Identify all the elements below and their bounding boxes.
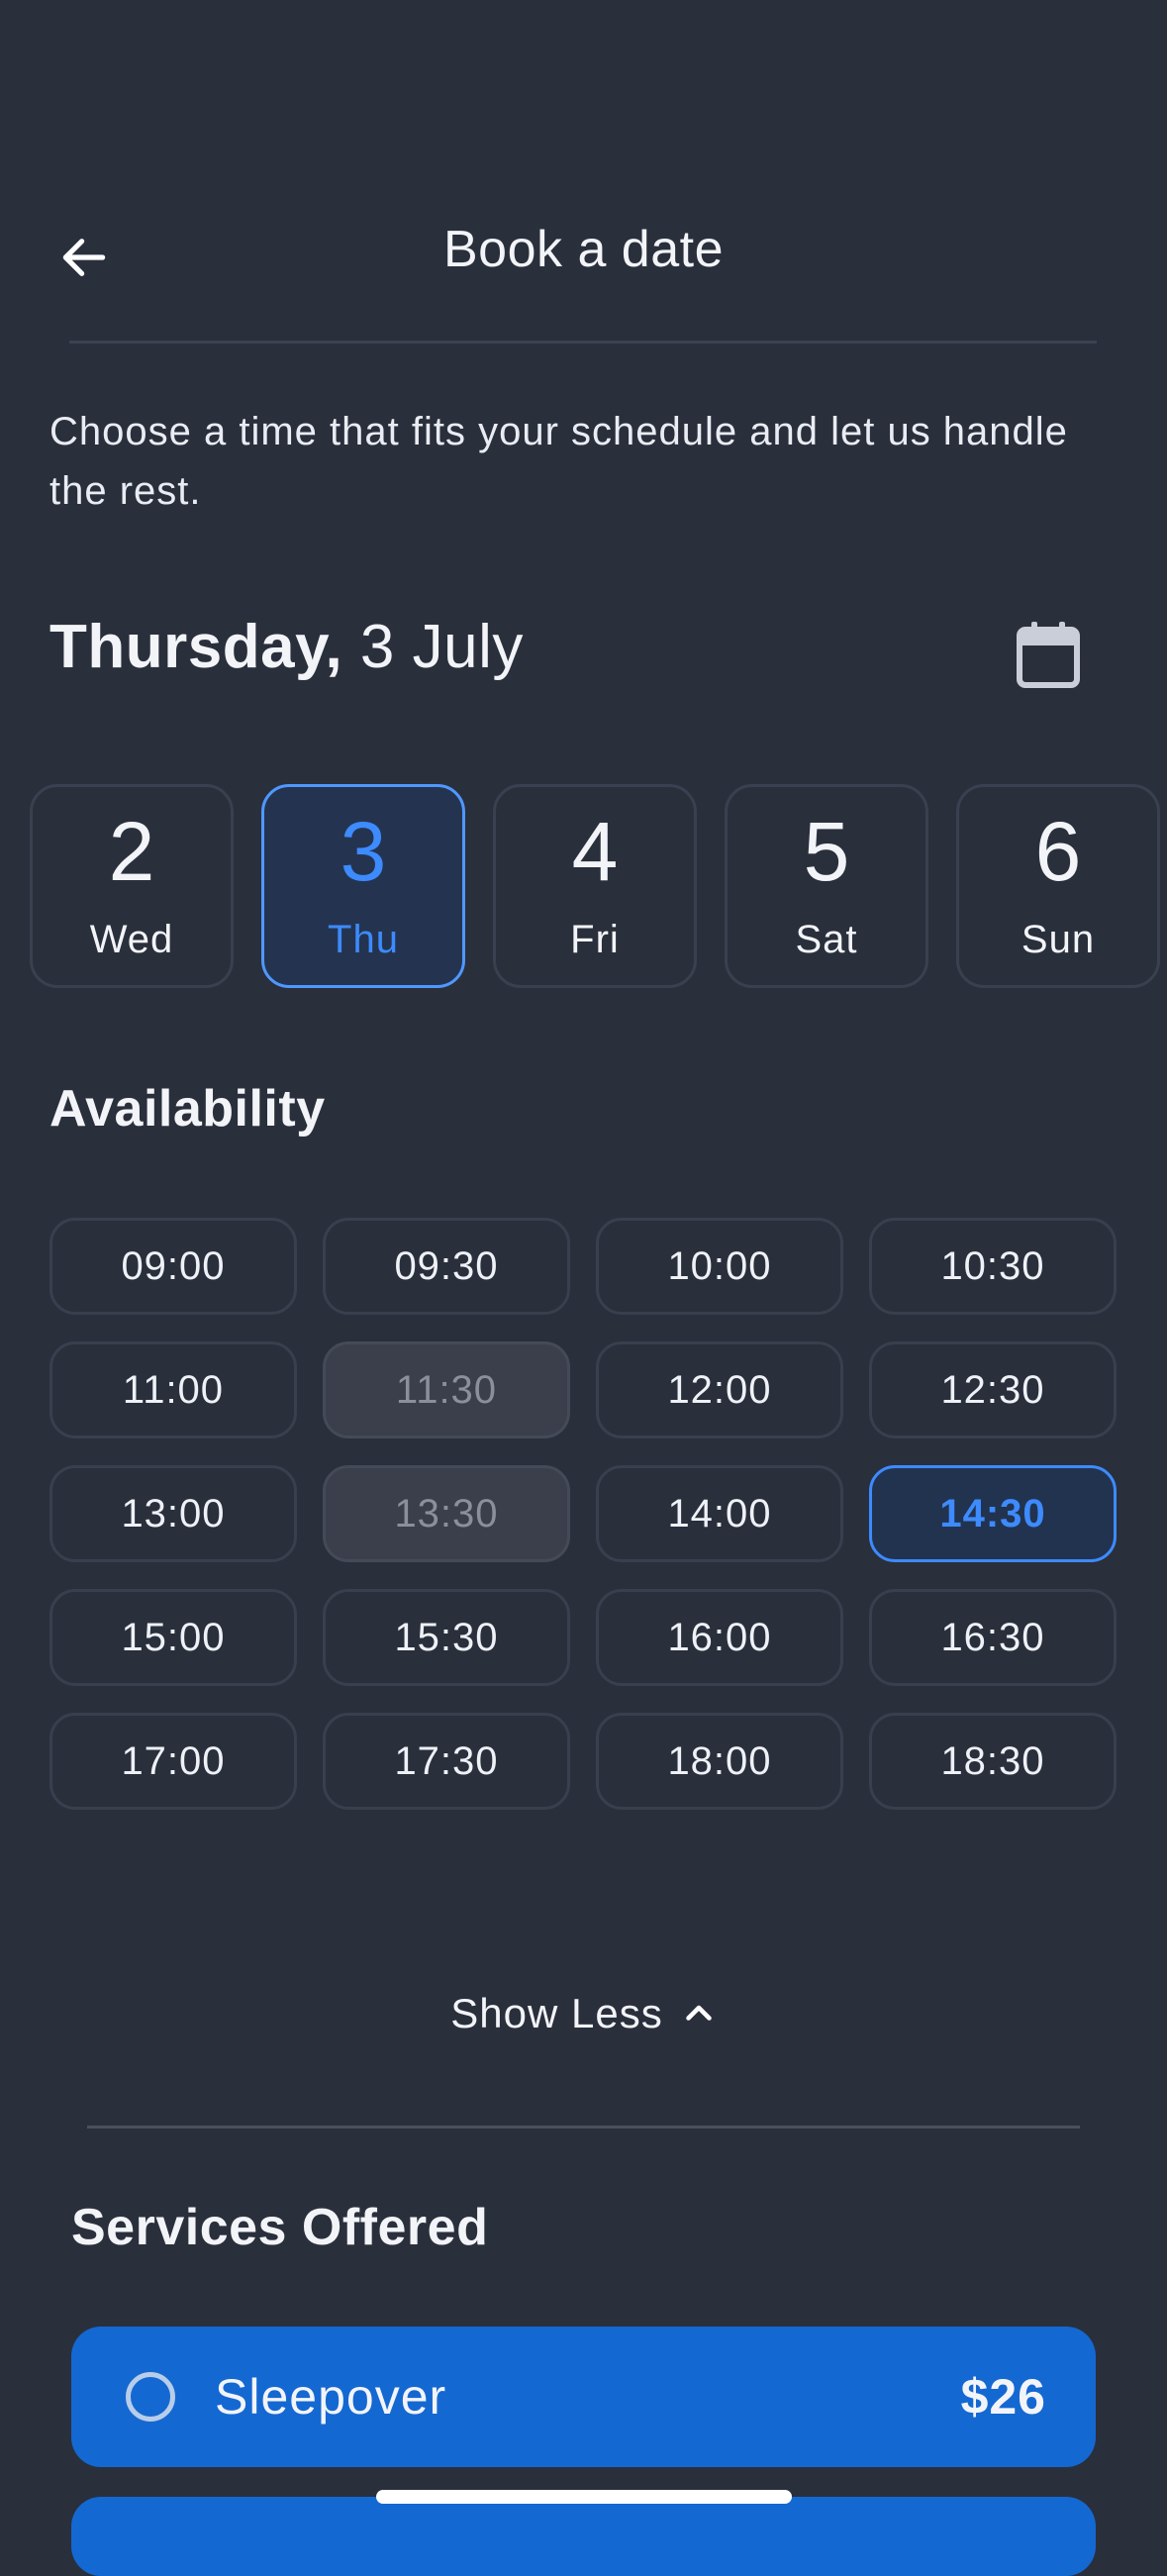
day-name: Wed [89,918,174,961]
availability-title: Availability [49,1080,326,1138]
chevron-up-icon [685,2005,712,2021]
show-less-label: Show Less [450,1990,663,2036]
intro-text: Choose a time that fits your schedule an… [49,410,1068,513]
day-number: 3 [340,805,387,898]
day-name: Thu [328,918,399,961]
time-slot-1800[interactable]: 18:00 [596,1713,843,1810]
time-slot-1730[interactable]: 17:30 [323,1713,570,1810]
header-divider [69,341,1097,344]
service-item[interactable]: Sleepover $26 [71,2327,1096,2467]
service-price: $26 [960,2369,1046,2425]
time-slot-1700[interactable]: 17:00 [49,1713,297,1810]
time-slot-1430[interactable]: 14:30 [869,1465,1117,1562]
day-number: 6 [1034,805,1082,898]
time-slot-1600[interactable]: 16:00 [596,1589,843,1686]
day-name: Sun [1021,918,1096,961]
day-card-thu[interactable]: 3 Thu [261,784,465,988]
day-number: 2 [108,805,155,898]
day-card-sun[interactable]: 6 Sun [956,784,1160,988]
time-slot-1130: 11:30 [323,1341,570,1438]
time-slot-1100[interactable]: 11:00 [49,1341,297,1438]
services-title: Services Offered [71,2199,489,2256]
day-name: Sat [795,918,858,961]
time-slot-1030[interactable]: 10:30 [869,1218,1117,1315]
day-card-wed[interactable]: 2 Wed [30,784,234,988]
calendar-button[interactable] [1010,616,1087,693]
time-slot-1530[interactable]: 15:30 [323,1589,570,1686]
time-slot-1830[interactable]: 18:30 [869,1713,1117,1810]
day-number: 4 [571,805,619,898]
day-card-fri[interactable]: 4 Fri [493,784,697,988]
time-slot-1230[interactable]: 12:30 [869,1341,1117,1438]
section-divider [87,2126,1080,2129]
selected-date: 3 July [342,613,524,681]
day-name: Fri [570,918,620,961]
home-indicator [376,2490,792,2504]
service-radio[interactable] [126,2372,175,2422]
service-item-partial[interactable] [71,2497,1096,2576]
page-title: Book a date [442,221,725,278]
time-slot-1500[interactable]: 15:00 [49,1589,297,1686]
time-slot-1330: 13:30 [323,1465,570,1562]
day-card-sat[interactable]: 5 Sat [725,784,928,988]
time-slot-0900[interactable]: 09:00 [49,1218,297,1315]
selected-weekday: Thursday, [49,613,343,681]
time-slot-1200[interactable]: 12:00 [596,1341,843,1438]
calendar-icon [1017,622,1080,688]
service-name: Sleepover [215,2369,447,2425]
time-slot-0930[interactable]: 09:30 [323,1218,570,1315]
time-slot-1400[interactable]: 14:00 [596,1465,843,1562]
time-slot-1000[interactable]: 10:00 [596,1218,843,1315]
day-number: 5 [803,805,850,898]
time-slot-1300[interactable]: 13:00 [49,1465,297,1562]
show-less-button[interactable]: Show Less [0,1990,1167,2037]
selected-date-heading: Thursday, 3 July [49,612,524,682]
time-slot-1630[interactable]: 16:30 [869,1589,1117,1686]
